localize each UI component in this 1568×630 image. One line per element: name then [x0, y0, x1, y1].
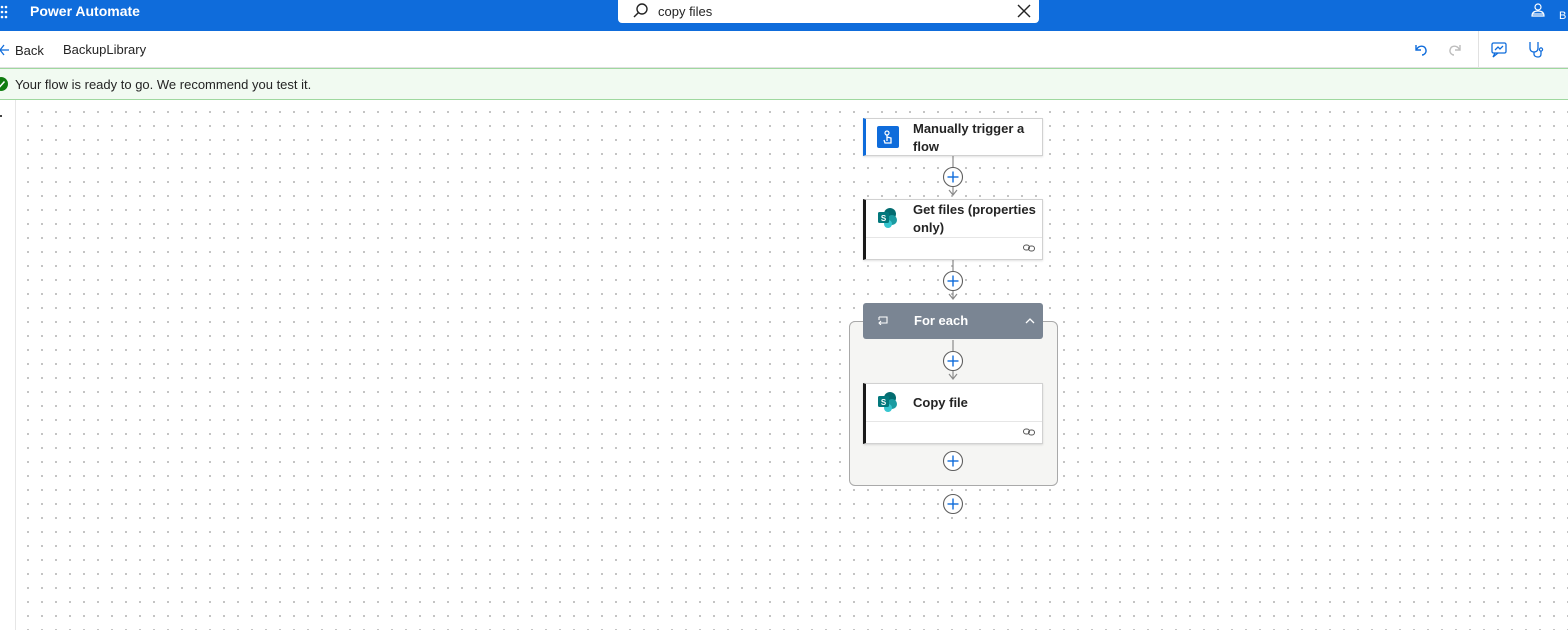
flow-checker-icon[interactable]	[1525, 39, 1545, 59]
add-step-button[interactable]	[942, 270, 964, 292]
rail-indicator	[0, 115, 2, 117]
add-step-button[interactable]	[942, 493, 964, 515]
app-title[interactable]: Power Automate	[30, 3, 140, 19]
loop-icon	[878, 316, 888, 325]
flow-canvas[interactable]	[16, 100, 1568, 630]
plus-icon	[942, 493, 964, 515]
command-bar: Back BackupLibrary	[0, 31, 1568, 68]
command-separator	[1478, 31, 1479, 67]
touch-trigger-icon	[877, 126, 899, 148]
undo-icon[interactable]	[1410, 39, 1430, 59]
back-label: Back	[15, 42, 44, 58]
svg-text:S: S	[881, 214, 887, 223]
search-input[interactable]	[658, 2, 998, 20]
for-each-title: For each	[914, 313, 969, 328]
trigger-title: Manually trigger a flow	[913, 121, 1025, 154]
left-rail	[0, 100, 16, 630]
copy-file-card[interactable]: S Copy file	[863, 383, 1043, 444]
plus-icon	[942, 166, 964, 188]
card-footer	[866, 421, 1042, 443]
add-step-in-loop-button[interactable]	[942, 450, 964, 472]
get-files-card[interactable]: S Get files (properties only)	[863, 199, 1043, 260]
plus-icon	[942, 270, 964, 292]
environment-icon[interactable]	[1530, 2, 1546, 18]
plus-icon	[942, 350, 964, 372]
connection-link-icon[interactable]	[1023, 242, 1035, 254]
back-arrow-icon	[0, 44, 9, 56]
card-footer	[866, 237, 1042, 259]
search-box[interactable]	[618, 0, 1039, 23]
back-button[interactable]: Back	[0, 40, 44, 60]
success-check-icon	[0, 77, 8, 91]
top-app-bar: Power Automate B	[0, 0, 1568, 31]
connection-link-icon[interactable]	[1023, 426, 1035, 438]
search-icon	[633, 3, 648, 18]
environment-label[interactable]: B	[1559, 0, 1566, 22]
flow-name[interactable]: BackupLibrary	[63, 42, 146, 57]
copilot-icon[interactable]	[1489, 39, 1509, 59]
trigger-card[interactable]: Manually trigger a flow	[863, 118, 1043, 156]
sharepoint-icon: S	[878, 392, 897, 412]
chevron-up-icon[interactable]	[1024, 315, 1036, 327]
redo-icon[interactable]	[1446, 39, 1466, 59]
get-files-title: Get files (properties only)	[913, 202, 1036, 235]
svg-text:S: S	[881, 398, 887, 407]
for-each-header[interactable]: For each	[863, 303, 1043, 339]
add-step-button[interactable]	[942, 166, 964, 188]
plus-icon	[942, 450, 964, 472]
notification-bar: Your flow is ready to go. We recommend y…	[0, 68, 1568, 100]
sharepoint-icon: S	[878, 208, 897, 228]
notification-text: Your flow is ready to go. We recommend y…	[15, 77, 312, 92]
add-step-button[interactable]	[942, 350, 964, 372]
copy-file-title: Copy file	[913, 395, 968, 410]
close-icon[interactable]	[1016, 3, 1032, 19]
app-launcher-icon[interactable]	[0, 3, 10, 21]
